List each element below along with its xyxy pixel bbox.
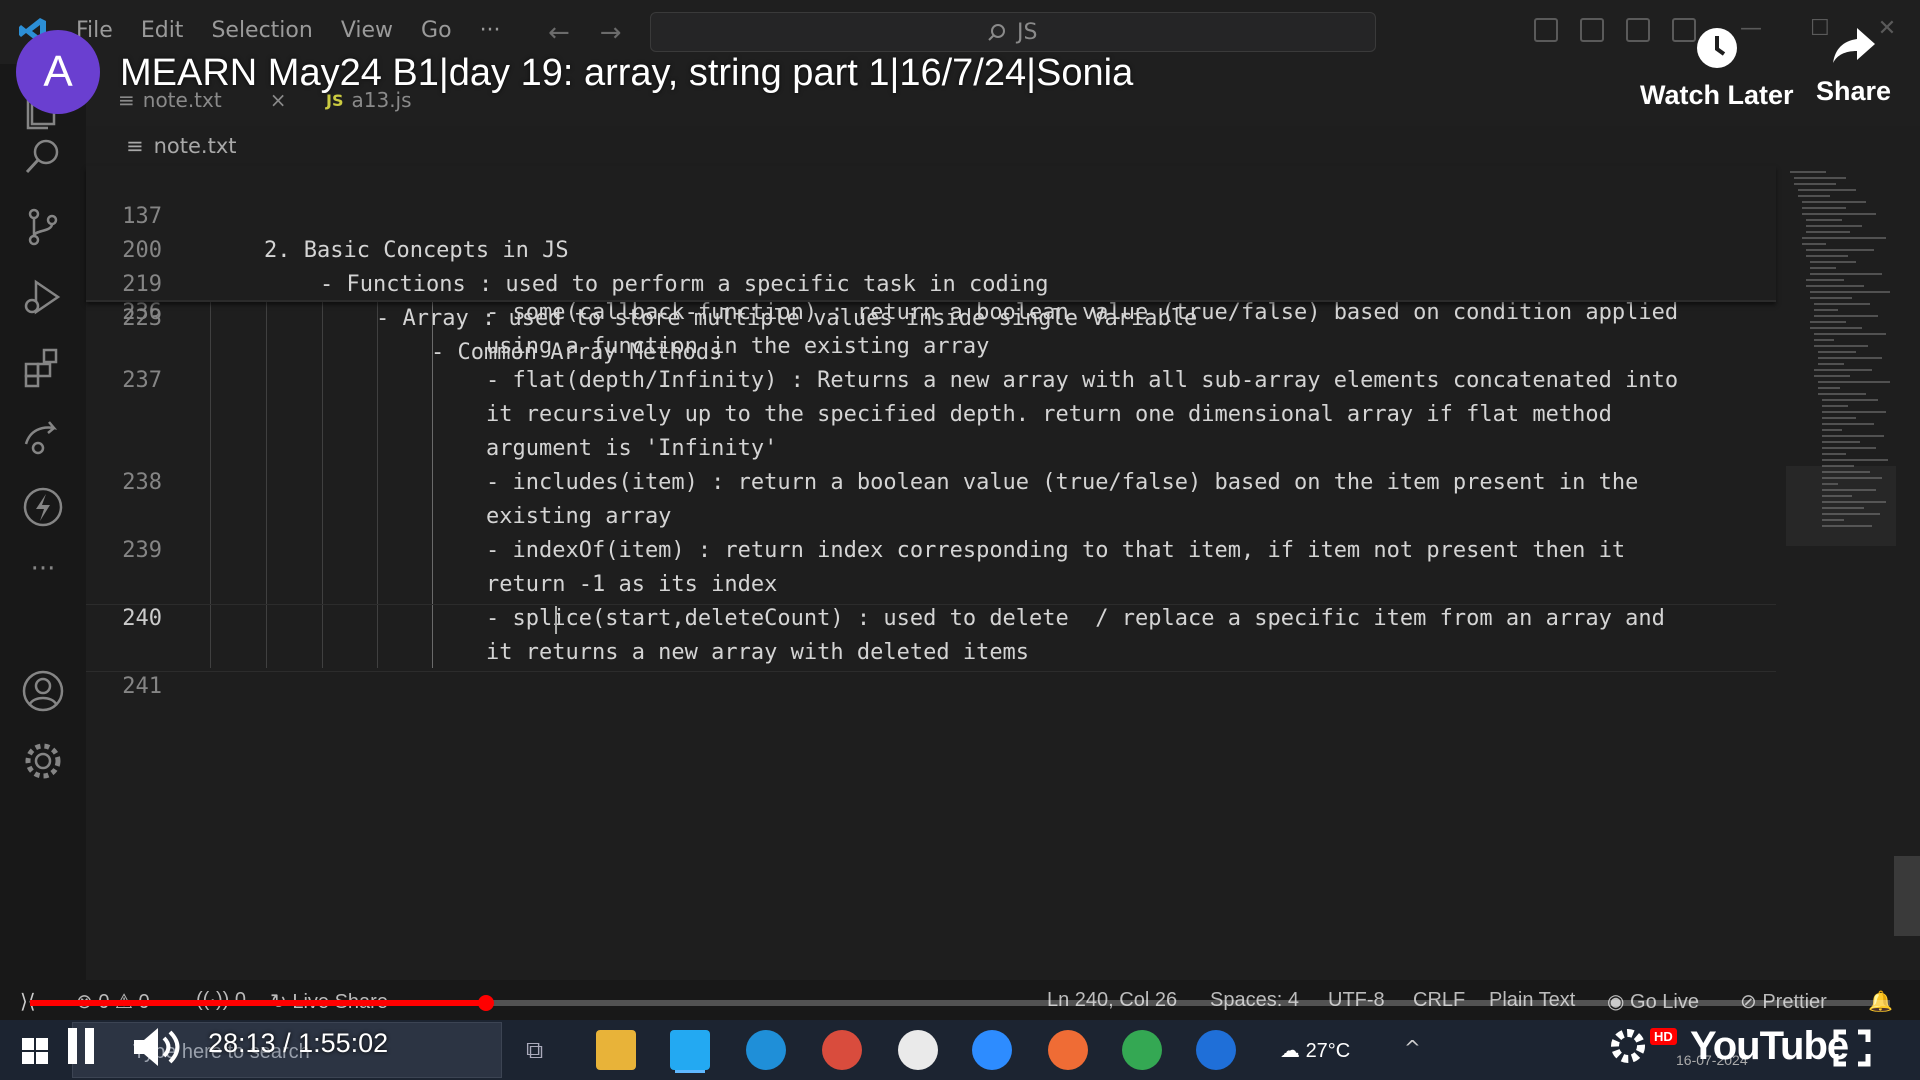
line-text: - includes(item) : return a boolean valu… xyxy=(486,470,1639,495)
channel-avatar[interactable]: A xyxy=(16,30,100,114)
video-controls: 28:13 / 1:55:02 HD YouTube xyxy=(0,1020,1920,1080)
vertical-scrollbar[interactable] xyxy=(1894,856,1920,936)
breadcrumb-file[interactable]: note.txt xyxy=(154,134,237,158)
line-text: existing array xyxy=(486,504,672,529)
share-button[interactable]: Share xyxy=(1816,26,1891,107)
sticky-line[interactable]: 223 - Common Array Methods xyxy=(86,268,1776,365)
sticky-scroll: 137 2. Basic Concepts in JS 200 - Functi… xyxy=(86,166,1776,365)
line-number: 241 xyxy=(122,674,162,699)
menu-more[interactable]: ··· xyxy=(480,18,501,43)
line-number: 238 xyxy=(122,470,162,495)
menu-go[interactable]: Go xyxy=(421,18,452,43)
video-progress-bar[interactable] xyxy=(30,995,1890,1011)
share-arrow-icon xyxy=(1832,28,1875,63)
more-icon[interactable]: ··· xyxy=(20,554,66,600)
source-control-icon[interactable] xyxy=(20,204,66,250)
sticky-line[interactable]: 200 - Functions : used to perform a spec… xyxy=(86,200,1776,297)
volume-icon[interactable] xyxy=(132,1026,184,1068)
nav-arrows: ← → xyxy=(548,18,622,48)
menu-edit[interactable]: Edit xyxy=(141,18,184,43)
search-icon xyxy=(988,24,1005,41)
menu-selection[interactable]: Selection xyxy=(211,18,312,43)
line-text: - indexOf(item) : return index correspon… xyxy=(486,538,1626,563)
menu-bar: File Edit Selection View Go ··· xyxy=(76,18,501,43)
text-cursor xyxy=(555,606,557,634)
editor[interactable]: 137 2. Basic Concepts in JS 200 - Functi… xyxy=(86,166,1920,980)
sticky-line[interactable]: 137 2. Basic Concepts in JS xyxy=(86,166,1776,263)
sticky-line[interactable]: 219 - Array : used to store multiple val… xyxy=(86,234,1776,331)
command-center-text: JS xyxy=(1017,20,1038,45)
command-center[interactable]: JS xyxy=(650,12,1376,52)
watch-later-label: Watch Later xyxy=(1640,80,1794,110)
thunder-client-icon[interactable] xyxy=(20,484,66,530)
video-time: 28:13 / 1:55:02 xyxy=(208,1028,389,1058)
live-share-icon[interactable] xyxy=(20,414,66,460)
share-label: Share xyxy=(1816,76,1892,106)
video-progress-fill xyxy=(30,1000,486,1006)
activity-bar: ··· xyxy=(0,64,86,980)
line-text: - Common Array Methods xyxy=(431,340,723,365)
line-number: 239 xyxy=(122,538,162,563)
minimap[interactable] xyxy=(1786,166,1896,626)
settings-gear-icon[interactable] xyxy=(20,738,66,784)
text-file-icon: ≡ xyxy=(126,134,144,158)
clock-icon xyxy=(1696,28,1737,68)
account-icon[interactable] xyxy=(20,668,66,714)
line-text: - Array : used to store multiple values … xyxy=(376,306,1198,331)
toggle-panel-icon[interactable] xyxy=(1580,18,1604,42)
menu-view[interactable]: View xyxy=(341,18,393,43)
back-arrow-icon[interactable]: ← xyxy=(548,18,570,48)
pause-icon[interactable] xyxy=(66,1026,96,1066)
forward-arrow-icon[interactable]: → xyxy=(600,18,622,48)
line-number: 240 xyxy=(122,606,162,631)
video-scrubber-handle[interactable] xyxy=(477,995,494,1011)
line-text: - splice(start,deleteCount) : used to de… xyxy=(486,606,1665,631)
line-text: it recursively up to the specified depth… xyxy=(486,402,1612,427)
line-number: 223 xyxy=(122,306,162,331)
video-title[interactable]: MEARN May24 B1|day 19: array, string par… xyxy=(120,52,1133,95)
fullscreen-icon[interactable] xyxy=(1832,1028,1872,1068)
run-debug-icon[interactable] xyxy=(20,274,66,320)
line-text: return -1 as its index xyxy=(486,572,778,597)
extensions-icon[interactable] xyxy=(20,344,66,390)
search-icon[interactable] xyxy=(20,134,66,180)
hd-badge: HD xyxy=(1650,1028,1677,1045)
breadcrumb: ≡ note.txt xyxy=(126,134,237,158)
line-text: it returns a new array with deleted item… xyxy=(486,640,1030,665)
settings-icon[interactable] xyxy=(1608,1026,1648,1066)
line-text: argument is 'Infinity' xyxy=(486,436,778,461)
watch-later-button[interactable]: Watch Later xyxy=(1640,26,1794,111)
youtube-logo[interactable]: YouTube xyxy=(1690,1024,1849,1069)
toggle-sidebar-icon[interactable] xyxy=(1534,18,1558,42)
